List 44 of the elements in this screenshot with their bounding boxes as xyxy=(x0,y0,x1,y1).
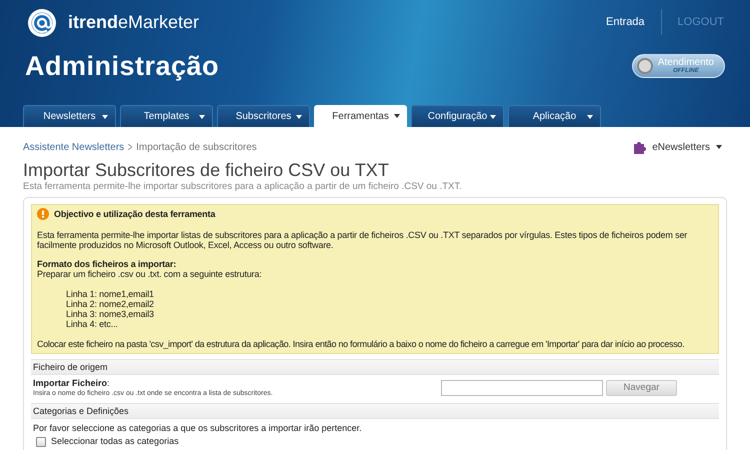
caret-icon xyxy=(490,115,496,119)
support-label: Atendimento xyxy=(658,58,714,68)
caret-icon xyxy=(199,115,205,119)
caret-icon xyxy=(394,114,400,118)
section-header: Ficheiro de origem xyxy=(31,359,719,375)
checkbox[interactable] xyxy=(36,436,46,446)
info-title: Objectivo e utilização desta ferramenta xyxy=(54,209,216,219)
format-line: Linha 2: nome2,email2 xyxy=(66,299,155,309)
chevron-icon xyxy=(128,144,132,150)
caret-icon xyxy=(296,115,302,119)
nav-tab[interactable]: Aplicação xyxy=(508,105,601,127)
format-title: Formato dos ficheiros a importar: xyxy=(37,259,178,269)
page-subtitle: Esta ferramenta permite-lhe importar subscritores para a aplicação a partir de um ficheiro .CSV ou .TXT. xyxy=(23,181,463,193)
info-text: Esta ferramenta permite-lhe importar listas de subscritores para a aplicação a partir de ficheiros .CSV ou .TXT separados por vírgulas. Estes tipos de ficheiros podem ser facilmente produzidos no Microsoft Outlook, Excel, Access ou outro software. xyxy=(37,230,688,250)
file-input[interactable] xyxy=(441,380,603,396)
format-intro: Preparar um ficheiro .csv ou .txt. com a seguinte estrutura: xyxy=(37,269,263,279)
section-header: Categorias e Definições xyxy=(31,403,719,419)
warning-icon xyxy=(37,208,49,220)
nav-tab[interactable]: Templates xyxy=(120,105,213,127)
header-link[interactable]: Entrada xyxy=(606,14,645,30)
caret-icon xyxy=(716,145,722,149)
puzzle-icon xyxy=(632,140,646,154)
breadcrumb-link[interactable]: Importação de subscritores xyxy=(136,140,257,154)
logo-icon xyxy=(26,6,58,38)
caret-icon xyxy=(102,115,108,119)
page-title: Importar Subscritores de ficheiro CSV ou TXT xyxy=(23,159,390,181)
page-header-title: Administração xyxy=(25,50,220,83)
nav-tab[interactable]: Ferramentas xyxy=(314,105,407,127)
breadcrumb-link[interactable]: Assistente Newsletters xyxy=(23,140,124,154)
nav-tab[interactable]: Subscritores xyxy=(217,105,310,127)
module-menu[interactable]: eNewsletters xyxy=(632,140,722,154)
nav-tab[interactable]: Configuração xyxy=(411,105,504,127)
status-icon xyxy=(636,57,654,75)
field-label: Importar Ficheiro: xyxy=(33,378,111,389)
section-text: Por favor seleccione as categorias a que os subscritores a importar irão pertencer. xyxy=(32,422,363,434)
caret-icon xyxy=(587,115,593,119)
format-line: Linha 4: etc... xyxy=(66,319,119,329)
format-line: Linha 3: nome3,email3 xyxy=(66,309,155,319)
format-line: Linha 1: nome1,email1 xyxy=(66,289,155,299)
nav-tab[interactable]: Newsletters xyxy=(23,105,116,127)
browse-button[interactable]: Navegar xyxy=(606,380,677,396)
checkbox-label: Seleccionar todas as categorias xyxy=(51,436,179,447)
info-footer: Colocar este ficheiro na pasta 'csv_import' da estrutura da aplicação. Insira então no formulário a baixo o nome do ficheiro a carregue em 'Importar' para dar início ao processo. xyxy=(37,339,713,349)
brand-name: itrendeMarketer xyxy=(68,10,200,34)
